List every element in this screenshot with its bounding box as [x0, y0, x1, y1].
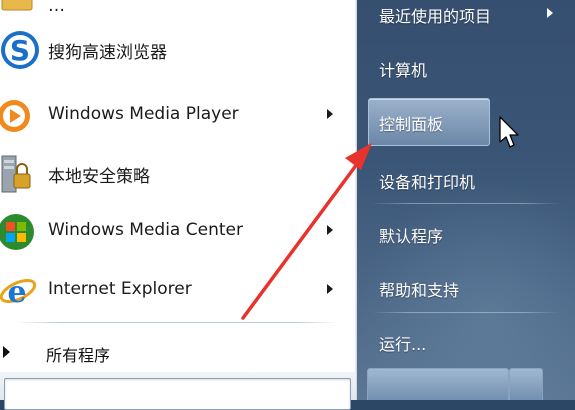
start-menu-places-pane: 最近使用的项目 计算机 控制面板 设备和打印机 默认程序 帮助和支持 运行... [357, 0, 575, 400]
submenu-arrow-icon [327, 225, 333, 235]
svg-text:S: S [10, 34, 30, 67]
menu-item-computer[interactable]: 计算机 [369, 49, 565, 85]
program-item-windows-media-player[interactable]: Windows Media Player [0, 88, 350, 144]
menu-item-help-and-support[interactable]: 帮助和支持 [369, 269, 565, 305]
start-menu-program-list: … S 搜狗高速浏览器 Windows Media Player 本地安全策略 … [0, 0, 357, 410]
separator [371, 312, 561, 313]
right-triangle-icon [3, 346, 10, 358]
folder-icon [0, 0, 42, 20]
program-item-sogou-browser[interactable]: S 搜狗高速浏览器 [0, 22, 350, 78]
svg-text:e: e [7, 275, 26, 310]
menu-item-control-panel[interactable]: 控制面板 [368, 98, 490, 146]
all-programs-button[interactable]: 所有程序 [0, 334, 350, 370]
program-item-local-security-policy[interactable]: 本地安全策略 [0, 146, 350, 202]
separator [371, 203, 561, 204]
menu-item-devices-and-printers[interactable]: 设备和打印机 [369, 161, 565, 197]
submenu-arrow-icon [547, 8, 553, 18]
submenu-arrow-icon [327, 109, 333, 119]
search-input[interactable] [4, 378, 351, 410]
submenu-arrow-icon [327, 284, 333, 294]
sogou-browser-icon: S [0, 28, 42, 72]
media-player-icon [0, 94, 42, 138]
internet-explorer-icon: e [0, 269, 42, 313]
shutdown-button[interactable] [367, 368, 509, 400]
separator [14, 322, 340, 323]
menu-item-recent-items[interactable]: 最近使用的项目 [369, 0, 565, 31]
media-center-icon [0, 210, 42, 254]
security-policy-icon [0, 152, 42, 196]
program-item-internet-explorer[interactable]: e Internet Explorer [0, 263, 350, 319]
shutdown-options-button[interactable] [509, 368, 543, 400]
menu-item-default-programs[interactable]: 默认程序 [369, 215, 565, 251]
program-item-windows-media-center[interactable]: Windows Media Center [0, 204, 350, 260]
menu-item-run[interactable]: 运行... [369, 323, 565, 359]
